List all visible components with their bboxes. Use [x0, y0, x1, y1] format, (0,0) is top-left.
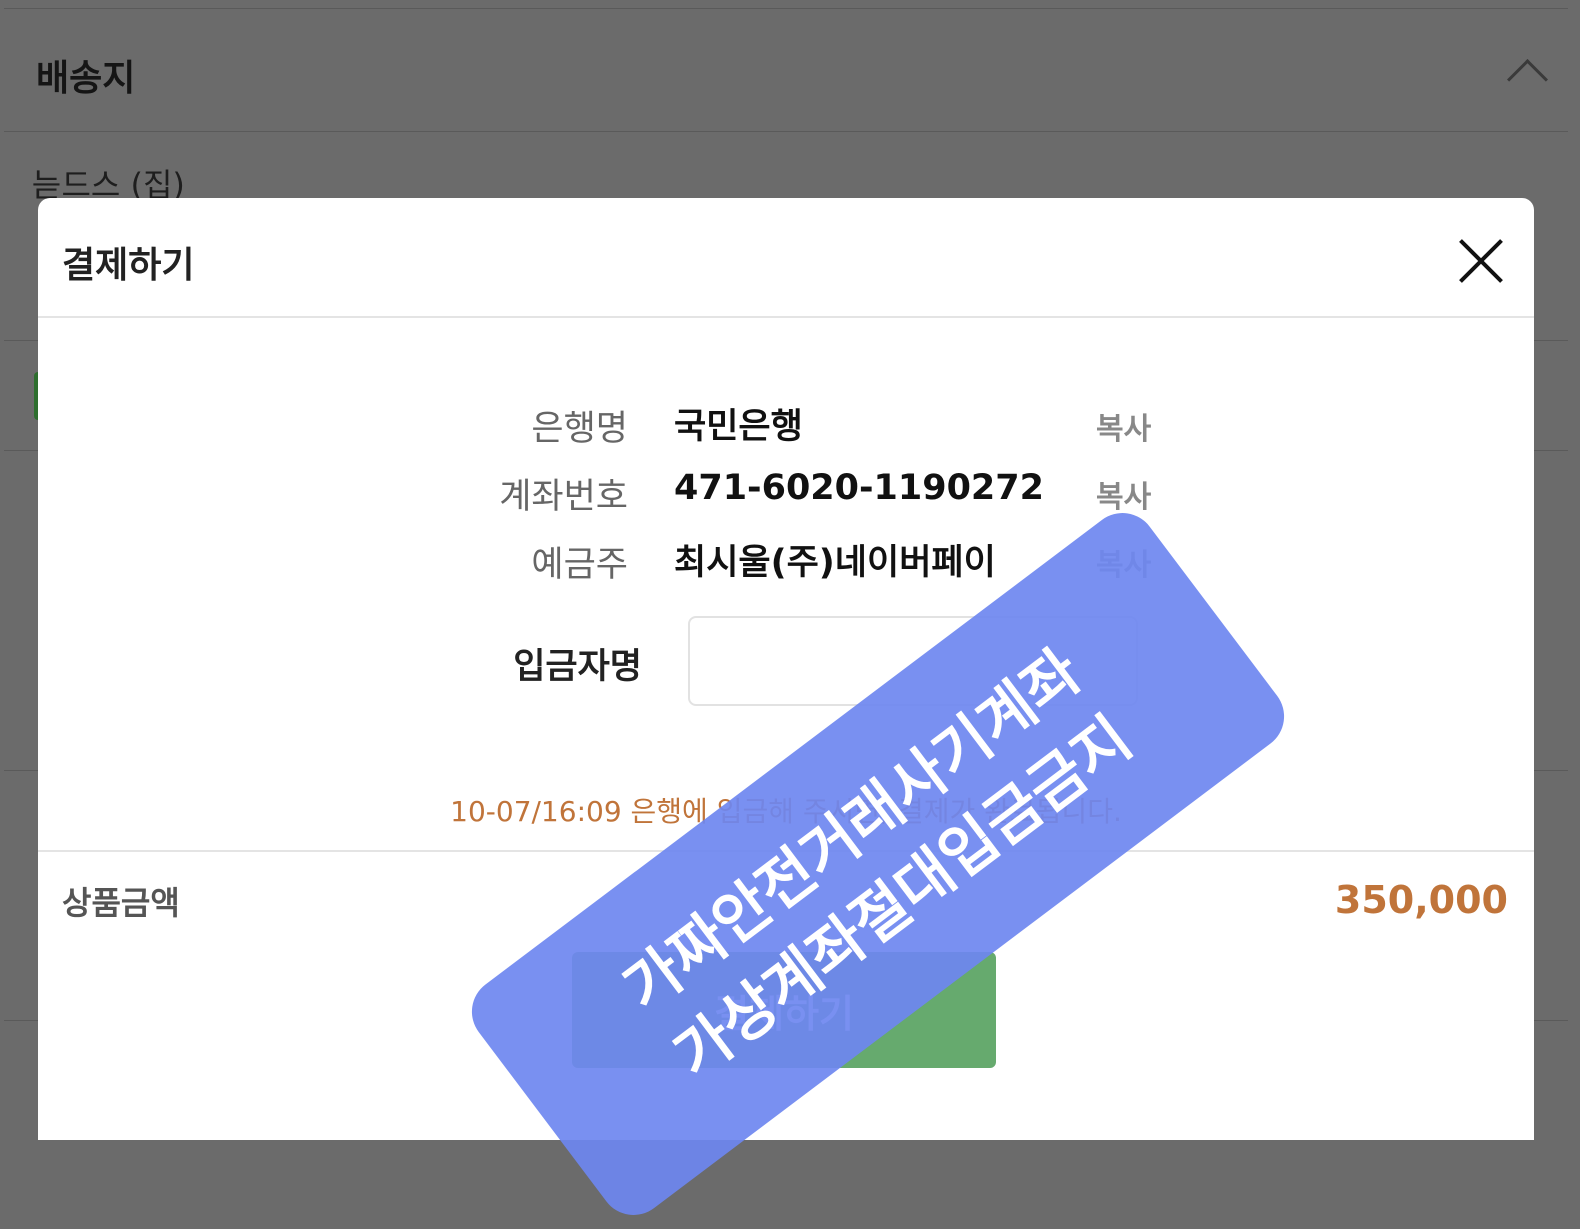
shipping-section-title: 배송지	[36, 58, 136, 99]
copy-bank-name-button[interactable]: 복사	[1096, 404, 1151, 448]
account-number-value: 471-6020-1190272	[674, 468, 1044, 508]
account-holder-label: 예금주	[531, 545, 628, 585]
modal-title: 결제하기	[62, 245, 195, 286]
product-price-label: 상품금액	[62, 884, 180, 922]
bank-name-label: 은행명	[531, 409, 628, 449]
account-holder-value: 최시울(주)네이버페이	[674, 543, 996, 583]
depositor-name-label: 입금자명	[513, 647, 642, 687]
modal-header: 결제하기	[38, 198, 1534, 318]
account-number-label: 계좌번호	[499, 477, 628, 517]
close-icon[interactable]	[1456, 236, 1506, 286]
chevron-up-icon[interactable]	[1506, 58, 1549, 101]
bank-name-value: 국민은행	[674, 407, 803, 447]
copy-account-number-button[interactable]: 복사	[1096, 472, 1151, 516]
shipping-section-header[interactable]: 배송지	[4, 8, 1568, 132]
product-price-value: 350,000	[1334, 878, 1508, 922]
